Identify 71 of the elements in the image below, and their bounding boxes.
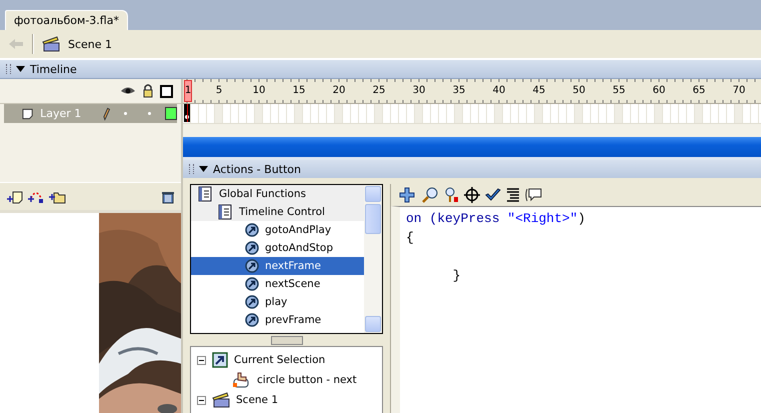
navigator-item[interactable]: Current Selection bbox=[234, 354, 326, 366]
speech-bubble-icon bbox=[525, 187, 543, 203]
clapperboard-icon bbox=[212, 392, 230, 408]
add-guide-layer-icon bbox=[27, 190, 45, 204]
frame-number: 60 bbox=[652, 85, 666, 96]
frame-number: 10 bbox=[252, 85, 266, 96]
toolbox-item[interactable]: gotoAndStop bbox=[191, 239, 364, 257]
page-icon bbox=[22, 108, 34, 120]
eye-icon bbox=[120, 86, 136, 96]
frame-number: 40 bbox=[492, 85, 506, 96]
add-folder-icon bbox=[48, 190, 66, 204]
replace-icon bbox=[443, 187, 459, 203]
collapse-toggle[interactable] bbox=[197, 396, 206, 404]
trash-icon bbox=[161, 190, 175, 204]
frame-number: 50 bbox=[572, 85, 586, 96]
frame-number: 55 bbox=[612, 85, 626, 96]
clapperboard-icon bbox=[42, 36, 60, 52]
lock-dot[interactable] bbox=[148, 112, 151, 115]
toolbox-item[interactable]: gotoAndPlay bbox=[191, 221, 364, 239]
toolbox-item[interactable]: Timeline Control bbox=[191, 203, 364, 221]
visibility-dot[interactable] bbox=[124, 112, 128, 115]
frame-number: 45 bbox=[532, 85, 546, 96]
search-icon bbox=[422, 187, 438, 203]
document-tab[interactable]: фотоальбом-3.fla* bbox=[5, 10, 128, 30]
frame-number: 5 bbox=[216, 85, 222, 96]
scroll-up-button[interactable] bbox=[365, 186, 381, 202]
arrow-circle-icon bbox=[245, 277, 259, 291]
code-line: on (keyPress "<Right>") bbox=[406, 210, 586, 228]
crosshair-icon bbox=[464, 187, 480, 203]
toolbox-item[interactable]: play bbox=[191, 293, 364, 311]
frame-number: 65 bbox=[692, 85, 706, 96]
checkmark-icon bbox=[485, 187, 501, 203]
keyframe[interactable] bbox=[184, 104, 190, 122]
frame-number: 25 bbox=[372, 85, 386, 96]
toolbox-item[interactable]: nextScene bbox=[191, 275, 364, 293]
add-icon bbox=[399, 187, 417, 203]
code-editor[interactable]: on (keyPress "<Right>") { } bbox=[391, 206, 761, 413]
arrow-circle-icon bbox=[245, 241, 259, 255]
playhead[interactable]: 1 bbox=[184, 80, 192, 102]
add-layer-icon bbox=[6, 190, 24, 204]
hand-pointer-icon bbox=[231, 371, 251, 389]
scroll-down-button[interactable] bbox=[365, 316, 381, 332]
collapse-toggle[interactable] bbox=[197, 356, 206, 364]
frame-number: 35 bbox=[452, 85, 466, 96]
code-line: { bbox=[406, 229, 415, 247]
splitter-button[interactable] bbox=[270, 336, 302, 344]
frame-number: 70 bbox=[732, 85, 746, 96]
arrow-circle-icon bbox=[245, 313, 259, 327]
frame-number: 30 bbox=[412, 85, 426, 96]
arrow-circle-icon bbox=[245, 295, 259, 309]
book-icon bbox=[217, 204, 233, 220]
panel-title: Actions - Button bbox=[213, 162, 301, 176]
frame-number: 20 bbox=[332, 85, 346, 96]
frame-number: 15 bbox=[292, 85, 306, 96]
toolbox-item[interactable]: Global Functions bbox=[191, 185, 364, 203]
arrow-square-icon bbox=[212, 352, 228, 368]
arrow-circle-icon bbox=[245, 223, 259, 237]
code-line: } bbox=[452, 267, 462, 285]
outline-square-icon bbox=[160, 84, 173, 98]
text-lines-icon bbox=[506, 187, 520, 203]
navigator-item[interactable]: circle button - next bbox=[257, 374, 357, 386]
navigator-item[interactable]: Scene 1 bbox=[236, 394, 278, 406]
scroll-thumb[interactable] bbox=[365, 204, 381, 234]
panel-title: Timeline bbox=[30, 62, 77, 76]
toolbox-item[interactable]: prevFrame bbox=[191, 311, 364, 329]
lock-icon bbox=[143, 84, 153, 98]
scene-name[interactable]: Scene 1 bbox=[68, 38, 112, 50]
layer-color[interactable] bbox=[164, 107, 177, 120]
frame-track[interactable] bbox=[183, 104, 761, 124]
toolbox-item[interactable]: nextFrame bbox=[191, 257, 364, 275]
arrow-circle-icon bbox=[245, 259, 259, 273]
